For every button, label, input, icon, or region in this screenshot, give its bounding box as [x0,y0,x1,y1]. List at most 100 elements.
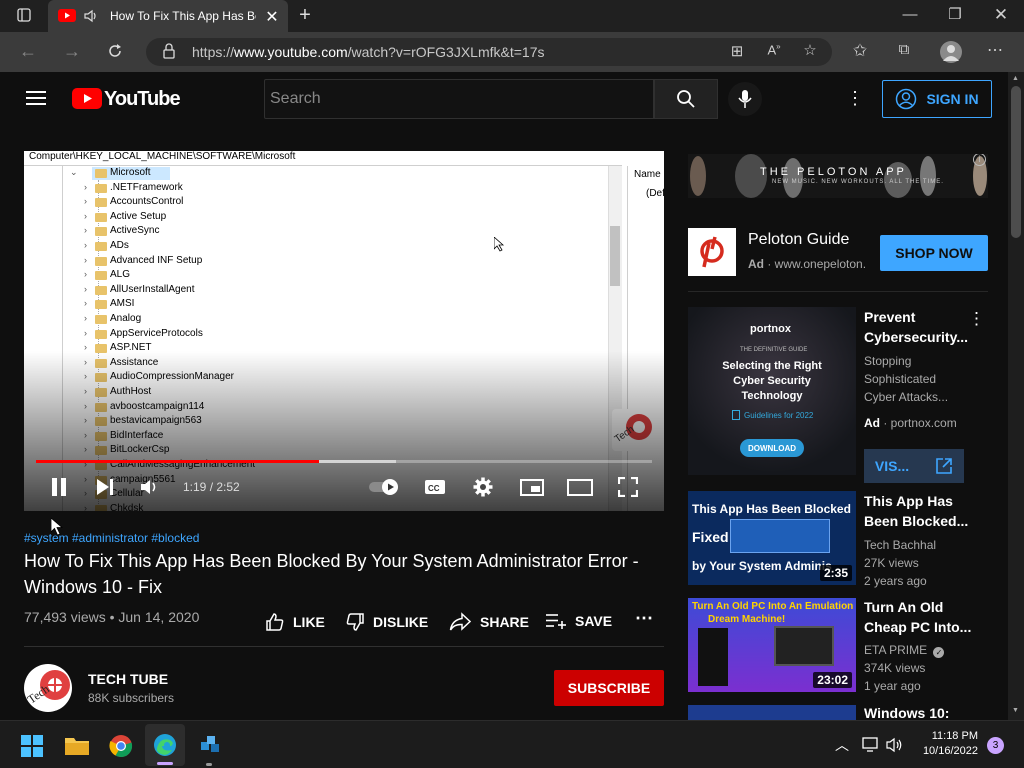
chrome-icon[interactable] [109,734,133,763]
recommended-thumbnail[interactable]: This App Has Been Blocked Fixed by Your … [688,491,856,585]
close-window-icon[interactable]: ✕ [991,5,1011,25]
search-button[interactable] [654,79,718,119]
save-label: SAVE [575,613,613,629]
thumb-heading: Selecting the Right Cyber Security Techn… [722,360,822,402]
windows-start-icon[interactable] [21,735,43,762]
profile-avatar-icon[interactable] [940,41,962,63]
channel-name[interactable]: TECH TUBE [88,671,168,687]
playlist-add-icon [546,614,566,629]
thumb-kicker: THE DEFINITIVE GUIDE [740,347,808,353]
ad-video-title[interactable]: Prevent Cybersecurity... [864,307,976,347]
theater-mode-icon[interactable] [567,479,593,501]
recommended-title[interactable]: Windows 10: [864,703,976,720]
visit-site-button[interactable]: VIS... [864,449,964,483]
registry-key-item: ActiveSync [94,225,159,239]
thumb-line: Turn An Old PC Into An Emulation [692,601,854,612]
recommended-channel[interactable]: Tech Bachhal [864,536,936,554]
pause-icon[interactable] [51,478,67,501]
ad-video-thumbnail[interactable]: portnox THE DEFINITIVE GUIDE Selecting t… [688,307,856,475]
ad-badge: Ad [864,416,880,430]
peloton-logo[interactable] [688,228,736,276]
favorites-icon[interactable]: ✩ [850,41,870,61]
values-pane-header: Name [634,169,661,180]
add-favorite-icon[interactable]: ☆ [800,41,820,59]
url-text[interactable]: https://www.youtube.com/watch?v=rOFG3JXL… [192,44,545,60]
youtube-logo-text: YouTube [104,88,181,110]
verified-icon: ✓ [933,647,945,658]
ad-more-icon[interactable]: ⋮ [968,309,985,329]
miniplayer-icon[interactable] [520,479,544,501]
tab-actions-icon[interactable] [14,7,34,25]
subscribe-button[interactable]: SUBSCRIBE [554,670,664,706]
expand-chevron-icon: › [84,313,87,323]
registry-key-item: ALG [94,269,130,283]
share-label: SHARE [480,614,530,630]
browser-tab-active[interactable]: How To Fix This App Has Be ✕ [48,0,288,32]
registry-key-item: AccountsControl [94,196,183,210]
dislike-label: DISLIKE [373,614,429,630]
recommended-title[interactable]: Turn An Old Cheap PC Into... [864,597,976,637]
external-link-icon [936,458,952,474]
settings-menu-icon[interactable]: ⋮ [846,88,864,109]
volume-tray-icon[interactable] [886,737,904,758]
regedit-icon[interactable] [199,734,221,761]
voice-search-button[interactable] [728,82,762,116]
notification-badge[interactable]: 3 [987,737,1004,754]
recommended-title[interactable]: This App Has Been Blocked... [864,491,976,531]
video-player[interactable]: Computer\HKEY_LOCAL_MACHINE\SOFTWARE\Mic… [24,151,664,511]
recommended-channel[interactable]: ETA PRIME [864,643,927,657]
expand-chevron-icon: › [84,210,87,221]
progress-bar[interactable] [36,460,652,463]
recommended-thumbnail[interactable]: Turn An Old PC Into An Emulation Dream M… [688,598,856,692]
subtitles-icon[interactable]: CC [424,479,446,500]
hamburger-menu-icon[interactable] [26,90,46,111]
forward-icon[interactable]: → [62,41,82,62]
restore-icon[interactable]: ❐ [945,5,965,23]
save-button[interactable]: SAVE [545,612,612,630]
sign-in-button[interactable]: SIGN IN [882,80,992,118]
channel-avatar[interactable]: Tech [24,664,72,712]
app-available-icon[interactable]: ⊞ [728,42,746,60]
scrollbar-thumb[interactable] [1011,86,1021,238]
lock-icon[interactable] [162,43,176,64]
recommended-thumbnail[interactable] [688,705,856,720]
hashtags[interactable]: #system #administrator #blocked [24,531,199,545]
speaker-icon[interactable] [83,8,99,29]
back-icon[interactable]: ← [18,41,38,62]
youtube-logo-icon [72,88,102,109]
more-actions-icon[interactable]: ⋯ [635,608,653,629]
read-aloud-icon[interactable]: A» [764,42,784,57]
banner-subline: NEW MUSIC. NEW WORKOUTS. ALL THE TIME. [772,179,944,185]
network-icon[interactable] [862,737,880,758]
taskbar-clock[interactable]: 11:18 PM 10/16/2022 [918,729,978,759]
scroll-up-icon[interactable]: ▲ [1012,75,1019,82]
settings-gear-icon[interactable] [473,477,493,502]
thumb-sub: Guidelines for 2022 [744,411,814,420]
registry-key-item: .NETFramework [95,182,183,196]
volume-icon[interactable] [140,478,160,501]
ad-title[interactable]: Peloton Guide [748,231,849,249]
edge-icon[interactable] [153,733,177,762]
new-tab-icon[interactable]: + [295,4,315,27]
autoplay-toggle-icon[interactable] [368,478,402,501]
minimize-icon[interactable]: — [900,6,920,23]
collections-icon[interactable]: ⧉ [894,41,914,58]
dislike-button[interactable]: DISLIKE [345,612,428,632]
share-button[interactable]: SHARE [449,612,529,632]
scroll-down-icon[interactable]: ▼ [1012,707,1019,714]
settings-more-icon[interactable]: ⋯ [985,40,1005,60]
youtube-favicon-icon [58,9,76,22]
shop-now-button[interactable]: SHOP NOW [880,235,988,271]
refresh-icon[interactable] [106,42,124,65]
file-explorer-icon[interactable] [64,735,90,762]
thumb-line: This App Has Been Blocked [692,502,851,516]
fullscreen-icon[interactable] [617,476,639,502]
show-hidden-icons[interactable]: ︿ [834,735,850,755]
like-button[interactable]: LIKE [265,612,325,632]
recommended-age: 1 year ago [864,679,921,693]
close-tab-icon[interactable]: ✕ [264,7,280,27]
search-input[interactable]: Search [264,79,654,119]
expand-chevron-icon: ⌄ [70,167,78,177]
youtube-logo[interactable]: YouTube [72,88,181,110]
next-icon[interactable] [96,478,114,501]
